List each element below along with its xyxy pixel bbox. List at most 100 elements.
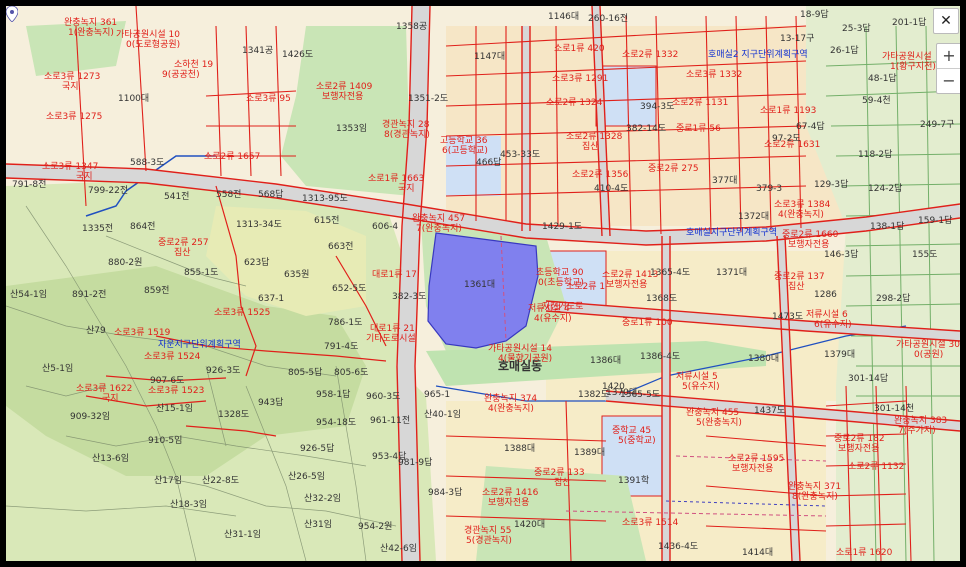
map-label: 중로2류 1660 — [782, 230, 839, 240]
map-label: 1372대 — [738, 212, 770, 222]
map-label: 791-4도 — [324, 342, 359, 352]
zoom-in-button[interactable]: + — [937, 44, 960, 68]
map-label: 909-32임 — [70, 412, 111, 422]
map-label: 소로2류 1131 — [672, 98, 729, 108]
map-label: 623답 — [244, 258, 270, 268]
map-label: 소로3류 1275 — [46, 112, 103, 122]
map-label: 910-5임 — [148, 436, 183, 446]
map-label: 소로2류 1328 — [566, 132, 623, 142]
map-label: 완충녹지 374 — [484, 394, 538, 404]
map-label: 소로2류 1332 — [622, 50, 679, 60]
map-label: 경관녹지 55 — [464, 526, 512, 536]
map-label: 소로3류 1347 — [42, 162, 99, 172]
map-label: 소로3류 1291 — [552, 74, 609, 84]
map-label: 652-5도 — [332, 284, 367, 294]
map-label: 고등학교 36 — [440, 136, 488, 146]
map-label: 7(완충녹지) — [416, 224, 462, 234]
map-label: 1286 — [814, 290, 837, 300]
close-button[interactable]: ✕ — [933, 8, 959, 34]
map-label: 국지 — [76, 172, 93, 182]
map-label: 소로1류 1620 — [836, 548, 893, 558]
map-label: 소로3류 1332 — [686, 70, 743, 80]
map-label: 891-2전 — [72, 290, 107, 300]
map-label: 6(고등학교) — [442, 146, 488, 156]
map-label: 663전 — [328, 242, 354, 252]
map-label: 산13-6임 — [92, 454, 129, 464]
map-window: 완충녹지 361 1(완충녹지) 가타공원시설 10 0(도로형공원) 소로3류… — [0, 0, 966, 567]
map-label: 558전 — [216, 190, 242, 200]
map-label: 완충녹지 383 — [894, 416, 948, 426]
map-label: 880-2원 — [108, 258, 143, 268]
urban-planning-map[interactable]: 완충녹지 361 1(완충녹지) 가타공원시설 10 0(도로형공원) 소로3류… — [6, 6, 960, 561]
map-label: 1328도 — [218, 410, 250, 420]
map-label: 중로2류 182 — [834, 434, 885, 444]
map-label: 산79 — [86, 326, 106, 336]
map-label: 가타공원시설 — [882, 52, 932, 62]
zoom-out-button[interactable]: − — [937, 68, 960, 93]
map-label: 8(완충녹지) — [792, 492, 838, 502]
map-label: 9(공공천) — [162, 70, 200, 80]
map-label: 산5-1임 — [42, 364, 74, 374]
map-label: 완충녹지 455 — [686, 408, 740, 418]
map-label: 소로3류 1525 — [214, 308, 271, 318]
map-label: 소로2류 1132 — [848, 462, 905, 472]
map-label: 집산 — [554, 478, 571, 488]
map-label: 4(완충녹지) — [778, 210, 824, 220]
map-label: 1(완충녹지) — [68, 28, 114, 38]
map-label: 국지 — [398, 184, 415, 194]
map-label: 산18-3임 — [170, 500, 207, 510]
map-label: 805-5답 — [288, 368, 323, 378]
map-label: 초등학교 90 — [536, 268, 584, 278]
map-label: 6(유수지) — [814, 320, 852, 330]
map-label: 129-3답 — [814, 180, 849, 190]
map-label: 저류시설 5 — [676, 372, 718, 382]
map-label: 1386대 — [590, 356, 622, 366]
map-label: 중로1류 100 — [622, 318, 673, 328]
map-label: 159-1답 — [918, 216, 953, 226]
map-label: 기타도로시설 — [366, 334, 416, 344]
map-label: 541전 — [164, 192, 190, 202]
map-label: 568답 — [258, 190, 284, 200]
map-label: 소로3류 1514 — [622, 518, 679, 528]
map-label: 소로3류 1523 — [148, 386, 205, 396]
map-label: 1391학 — [618, 476, 650, 486]
map-label: 1437도 — [754, 406, 786, 416]
map-label: 1389대 — [574, 448, 606, 458]
map-label: 소하천 19 — [174, 60, 214, 70]
map-label: 완충녹지 457 — [412, 214, 466, 224]
map-label: 완충녹지 371 — [788, 482, 842, 492]
map-label: 201-1답 — [892, 18, 927, 28]
map-label: 중로1류 56 — [676, 124, 721, 134]
map-label: 산40-1임 — [424, 410, 461, 420]
map-label: 1382도 — [578, 390, 610, 400]
map-label: 소로2류 1356 — [572, 170, 629, 180]
map-label: 1(황구지천) — [890, 62, 936, 72]
map-label: 1426도 — [282, 50, 314, 60]
map-label: 산31임 — [304, 520, 333, 530]
map-label: 소로1류 1663 — [368, 174, 425, 184]
district-label: 호매실동 — [498, 359, 543, 373]
map-label: 대로1류 21 — [370, 324, 415, 334]
map-label: 산32-2임 — [304, 494, 341, 504]
map-label: 377대 — [712, 176, 738, 186]
map-label: 301-14천 — [874, 404, 915, 414]
map-label: 산26-5임 — [288, 472, 325, 482]
map-label: 97-2도 — [772, 134, 801, 144]
map-label: 961-11전 — [370, 416, 411, 426]
map-label: 1351-2도 — [408, 94, 449, 104]
map-label: 중로2류 137 — [774, 272, 825, 282]
map-label: 소로3류 1273 — [44, 72, 101, 82]
location-pin-icon[interactable] — [6, 6, 18, 22]
map-label: 981-9답 — [398, 458, 433, 468]
map-label: 301-14답 — [848, 374, 889, 384]
map-label: 집산 — [582, 142, 599, 152]
map-label: 자운지구단위계획구역 — [158, 340, 241, 350]
map-label: 가타공원시설 10 — [116, 30, 180, 40]
map-label: 산42-6임 — [380, 544, 417, 554]
map-label: 호매실2 지구단위계획구역 — [708, 50, 808, 60]
map-label: 가타공원시설 30 — [896, 340, 960, 350]
map-label: 379-3 — [756, 184, 783, 194]
map-label: 864전 — [130, 222, 156, 232]
map-label: 소로3류 95 — [246, 94, 291, 104]
map-label: 소로3류 1384 — [774, 200, 831, 210]
